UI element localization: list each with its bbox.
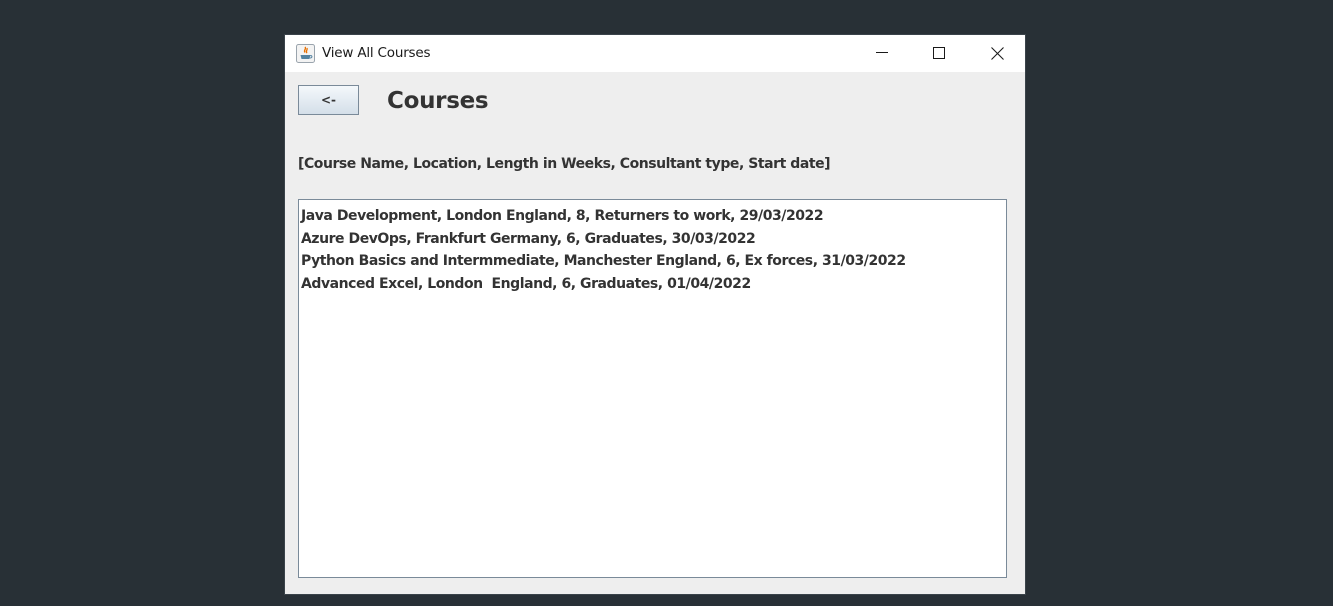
course-line: Java Development, London England, 8, Ret… bbox=[301, 208, 824, 224]
course-line: Azure DevOps, Frankfurt Germany, 6, Grad… bbox=[301, 230, 756, 247]
course-line: Python Basics and Intermmediate, Manches… bbox=[301, 253, 906, 270]
minimize-icon bbox=[876, 52, 888, 53]
window-title: View All Courses bbox=[322, 45, 431, 61]
back-button[interactable]: <- bbox=[298, 85, 359, 115]
minimize-button[interactable] bbox=[859, 35, 905, 72]
course-list-text-area[interactable]: Java Development, London England, 8, Ret… bbox=[298, 199, 1007, 578]
maximize-button[interactable] bbox=[916, 35, 962, 72]
columns-header-label: [Course Name, Location, Length in Weeks,… bbox=[298, 156, 831, 172]
course-line: Advanced Excel, London England, 6, Gradu… bbox=[301, 276, 751, 293]
close-button[interactable] bbox=[974, 35, 1020, 72]
title-bar[interactable]: View All Courses bbox=[285, 35, 1025, 72]
page-title: Courses bbox=[387, 88, 489, 114]
view-all-courses-window: View All Courses <- Courses [Course Name… bbox=[285, 35, 1025, 594]
maximize-icon bbox=[933, 47, 945, 59]
close-icon bbox=[991, 47, 1004, 60]
java-icon bbox=[296, 44, 315, 63]
